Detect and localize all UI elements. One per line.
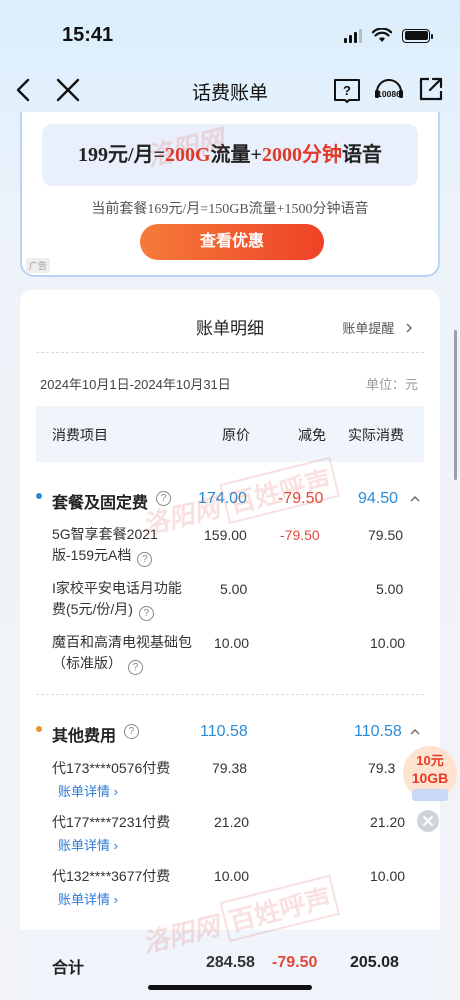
- line-item-original: 10.00: [214, 868, 250, 884]
- floating-data-offer-badge[interactable]: 10元 10GB: [398, 745, 460, 805]
- line-item-original: 79.38: [212, 760, 248, 776]
- column-header-item: 消费项目: [52, 427, 108, 443]
- line-item: 魔百和高清电视基础包 （标准版）?: [52, 632, 192, 675]
- line-item-actual: 21.20: [370, 814, 406, 830]
- home-indicator[interactable]: [148, 985, 312, 990]
- line-item-name: 代173****0576付费: [52, 760, 171, 776]
- current-plan-text: 当前套餐169元/月=150GB流量+1500分钟语音: [91, 202, 369, 217]
- close-badge-button[interactable]: [417, 810, 439, 832]
- bill-details-label: 账单详情: [58, 838, 111, 853]
- promo-ad-card: 199元/月=200G流量+2000分钟语音 当前套餐169元/月=150GB流…: [20, 112, 440, 277]
- unit-label: 单位：元: [365, 377, 418, 392]
- nav-bar: 话费账单 ? 10086: [0, 66, 460, 114]
- line-item-actual: 5.00: [376, 581, 404, 597]
- service-number-label: 10086: [377, 89, 401, 99]
- bill-details-label: 账单详情: [58, 784, 111, 799]
- total-label: 合计: [52, 960, 85, 977]
- status-time: 15:41: [62, 24, 114, 46]
- divider: [36, 694, 424, 695]
- line-item-discount: -79.50: [280, 527, 320, 543]
- help-book-icon[interactable]: ?: [332, 75, 362, 105]
- share-external-icon[interactable]: [418, 76, 444, 102]
- section-original: 174.00: [198, 490, 247, 507]
- section-actual: 94.50: [358, 490, 399, 507]
- cellular-signal-icon: [344, 28, 362, 43]
- bill-details-link[interactable]: 账单详情 ›: [58, 889, 118, 908]
- promo-plan-data: 200G: [164, 144, 211, 166]
- badge-line2: 10GB: [412, 770, 449, 786]
- status-bar: 15:41: [0, 0, 460, 70]
- battery-icon: [402, 28, 433, 43]
- line-item-actual: 79.3: [368, 760, 396, 776]
- chevron-right-icon: [406, 323, 412, 333]
- close-icon: [423, 816, 433, 826]
- line-item-actual: 79.50: [368, 527, 404, 543]
- line-item-name: 代177****7231付费: [52, 814, 171, 830]
- section-dot: [36, 493, 42, 499]
- line-item-actual: 10.00: [370, 635, 406, 651]
- help-circle-icon[interactable]: ?: [124, 724, 139, 739]
- section-title-other: 其他费用: [52, 728, 117, 745]
- customer-service-icon[interactable]: 10086: [372, 73, 406, 107]
- column-header-discount: 减免: [298, 427, 326, 443]
- bill-date-range: 2024年10月1日-2024年10月31日: [40, 377, 231, 392]
- total-discount: -79.50: [272, 954, 318, 971]
- line-item-original: 21.20: [214, 814, 250, 830]
- help-circle-icon[interactable]: ?: [137, 552, 153, 567]
- svg-text:?: ?: [343, 83, 351, 98]
- promo-plan-voice: 2000分钟: [261, 144, 342, 166]
- line-item-name: I家校平安电话月功能: [52, 580, 182, 596]
- line-item-name: 5G智享套餐2021: [52, 526, 158, 542]
- line-item-name: 魔百和高清电视基础包: [52, 634, 192, 650]
- total-original: 284.58: [206, 954, 255, 971]
- ad-tag: 广告: [26, 258, 51, 273]
- line-item: I家校平安电话月功能 费(5元/份/月)?: [52, 578, 182, 621]
- section-actual: 110.58: [354, 723, 402, 740]
- help-circle-icon[interactable]: ?: [138, 606, 154, 621]
- section-discount: -79.50: [278, 490, 324, 507]
- promo-plan-suffix: 语音: [341, 144, 382, 166]
- scrollbar[interactable]: [454, 330, 457, 480]
- view-offer-button[interactable]: 查看优惠: [140, 224, 324, 260]
- total-actual: 205.08: [350, 954, 399, 971]
- help-circle-icon[interactable]: ?: [156, 491, 171, 506]
- bill-details-link[interactable]: 账单详情 ›: [58, 781, 118, 800]
- line-item-actual: 10.00: [370, 868, 406, 884]
- column-header-original: 原价: [222, 427, 250, 443]
- bill-details-link[interactable]: 账单详情 ›: [58, 835, 118, 854]
- section-original: 110.58: [200, 723, 248, 740]
- wifi-icon: [372, 28, 392, 42]
- line-item-name-2: （标准版）: [52, 655, 122, 671]
- bill-details-label: 账单详情: [58, 892, 111, 907]
- help-circle-icon[interactable]: ?: [128, 660, 143, 675]
- line-item: 5G智享套餐2021 版-159元A档?: [52, 524, 158, 567]
- status-icons: [344, 28, 433, 43]
- section-dot: [36, 726, 42, 732]
- divider: [36, 352, 424, 353]
- line-item-name-2: 版-159元A档: [52, 547, 132, 563]
- promo-plan-text: 199元/月=200G流量+2000分钟语音: [42, 124, 418, 186]
- table-header: 消费项目 原价 减免 实际消费: [36, 406, 424, 462]
- badge-line1: 10元: [416, 753, 443, 768]
- bill-detail-card: 账单明细 账单提醒 2024年10月1日-2024年10月31日 单位：元 消费…: [20, 290, 440, 1000]
- line-item-original: 10.00: [214, 635, 250, 651]
- promo-plan-price: 199元/月=: [78, 144, 165, 166]
- section-title-package: 套餐及固定费: [52, 495, 149, 512]
- line-item-original: 5.00: [220, 581, 248, 597]
- line-item-name: 代132****3677付费: [52, 868, 171, 884]
- bill-reminder-label: 账单提醒: [342, 321, 395, 336]
- column-header-actual: 实际消费: [348, 427, 404, 443]
- promo-plan-mid: 流量+: [210, 144, 262, 166]
- line-item-name-2: 费(5元/份/月): [52, 601, 133, 617]
- line-item-original: 159.00: [204, 527, 247, 543]
- chevron-up-icon[interactable]: [410, 727, 420, 737]
- chevron-up-icon[interactable]: [410, 494, 420, 504]
- bill-reminder-link[interactable]: 账单提醒: [342, 318, 414, 337]
